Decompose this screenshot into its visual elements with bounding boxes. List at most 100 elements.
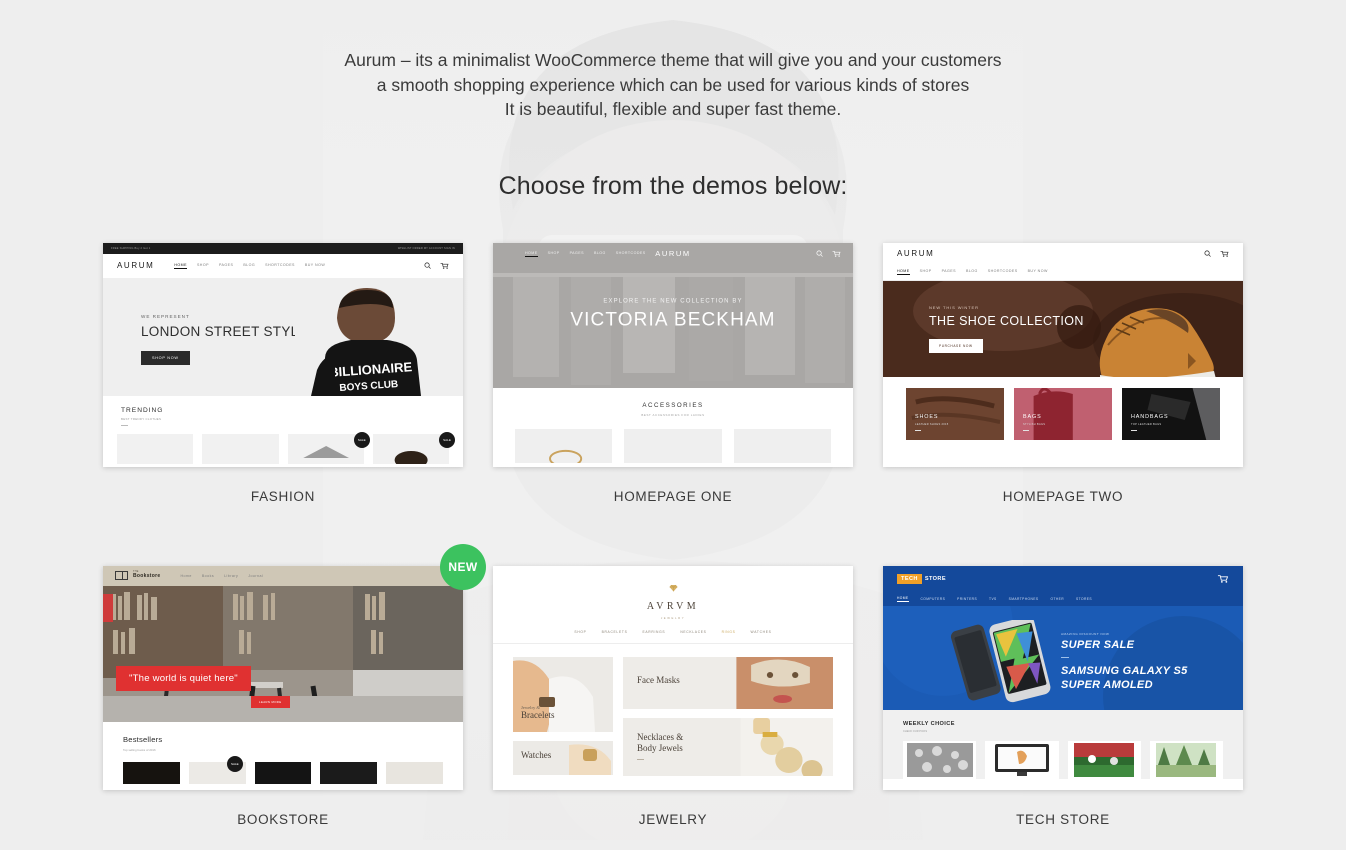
nav-item-shop[interactable]: SHOP — [920, 269, 932, 275]
bookstore-learn-more-button[interactable]: LEARN MORE — [251, 695, 290, 708]
book-tile[interactable] — [123, 761, 180, 784]
nav-item-home[interactable]: Home — [180, 574, 191, 578]
product-tile[interactable] — [985, 740, 1059, 779]
nav-item-shop[interactable]: SHOP — [574, 630, 586, 634]
nav-item-earrings[interactable]: EARRINGS — [642, 630, 665, 634]
cart-icon[interactable] — [832, 250, 841, 257]
cart-icon[interactable] — [1220, 250, 1229, 257]
nav-item-shortcodes[interactable]: SHORTCODES — [265, 263, 295, 269]
nav-item-bracelets[interactable]: BRACELETS — [602, 630, 628, 634]
demo-card-tech-store[interactable]: TECH STORE HOME COMPUTERS PRINTERS TVS S… — [883, 565, 1243, 827]
nav-item-shortcodes[interactable]: SHORTCODES — [988, 269, 1018, 275]
demo-preview-jewelry[interactable]: AVRVM JEWELRY SHOP BRACELETS EARRINGS NE… — [493, 565, 853, 790]
tech-logo-store[interactable]: STORE — [925, 576, 946, 582]
homepage-one-logo[interactable]: AURUM — [655, 249, 691, 258]
category-title: Bracelets — [521, 710, 555, 721]
product-tile[interactable] — [1149, 740, 1223, 779]
nav-item-rings[interactable]: RINGS — [722, 630, 736, 634]
category-tile-necklaces[interactable]: Necklaces & Body Jewels — [623, 717, 833, 776]
demo-preview-homepage-two[interactable]: AURUM HOME SHOP PAGES BLOG SHORTCODES BU… — [883, 242, 1243, 467]
category-tile-face-masks[interactable]: Face Masks — [623, 656, 833, 709]
nav-item-library[interactable]: Library — [224, 574, 238, 578]
cart-icon[interactable] — [440, 262, 449, 269]
homepage-two-purchase-button[interactable]: PURCHASE NOW — [929, 338, 983, 353]
demo-card-homepage-one[interactable]: HOME SHOP PAGES BLOG SHORTCODES AURUM EX… — [493, 242, 853, 504]
category-tile-handbags[interactable]: HANDBAGS TOP LEATHER BAGS — [1122, 387, 1220, 440]
nav-item-pages[interactable]: PAGES — [942, 269, 956, 275]
homepage-two-hero-title: THE SHOE COLLECTION — [929, 313, 1084, 328]
product-tile[interactable] — [903, 740, 977, 779]
nav-item-home[interactable]: HOME — [897, 596, 909, 602]
product-tile[interactable]: SALE — [372, 431, 455, 467]
nav-item-computers[interactable]: COMPUTERS — [921, 597, 946, 601]
demo-card-jewelry[interactable]: AVRVM JEWELRY SHOP BRACELETS EARRINGS NE… — [493, 565, 853, 827]
demo-preview-fashion[interactable]: FREE SHIPPING Buy 2 Get 1 WISHLIST ORDER… — [103, 242, 463, 467]
category-tile-bracelets[interactable]: Jewelry & Bracelets — [513, 656, 613, 732]
nav-item-watches[interactable]: WATCHES — [751, 630, 772, 634]
tech-store-section-title: WEEKLY CHOICE — [903, 720, 955, 727]
nav-item-blog[interactable]: BLOG — [243, 263, 255, 269]
book-tile[interactable] — [386, 761, 443, 784]
product-tile[interactable] — [624, 428, 722, 463]
demo-caption-jewelry: JEWELRY — [638, 811, 708, 827]
nav-item-home[interactable]: HOME — [525, 251, 538, 257]
nav-item-pages[interactable]: PAGES — [219, 263, 233, 269]
nav-item-home[interactable]: HOME — [897, 269, 910, 275]
demo-preview-tech-store[interactable]: TECH STORE HOME COMPUTERS PRINTERS TVS S… — [883, 565, 1243, 790]
product-tile[interactable] — [515, 428, 613, 463]
category-tile-bags[interactable]: BAGS STYLISH BAGS — [1014, 387, 1112, 440]
nav-item-buy-now[interactable]: BUY NOW — [1028, 269, 1048, 275]
category-tile-watches[interactable]: Watches — [513, 740, 613, 775]
nav-item-stores[interactable]: STORES — [1076, 597, 1092, 601]
nav-item-other[interactable]: OTHER — [1050, 597, 1064, 601]
nav-item-home[interactable]: HOME — [174, 263, 187, 269]
tech-store-hero-kicker: AMAZING DISCOUNT NOW — [1061, 631, 1110, 636]
tech-store-hero: AMAZING DISCOUNT NOW SUPER SALE SAMSUNG … — [883, 605, 1243, 710]
nav-item-shortcodes[interactable]: SHORTCODES — [616, 251, 646, 257]
book-tile[interactable] — [254, 761, 312, 784]
tech-store-hero-sale: SUPER SALE — [1061, 638, 1135, 651]
nav-item-journal[interactable]: Journal — [248, 574, 263, 578]
nav-item-shop[interactable]: SHOP — [548, 251, 560, 257]
product-tile[interactable] — [1067, 740, 1141, 779]
sale-badge: SALE — [226, 755, 243, 772]
category-tile-text: Face Masks — [637, 675, 680, 686]
category-tile-shoes[interactable]: SHOES LEATHER SHOES 2015 — [906, 387, 1004, 440]
fashion-topbar-left: FREE SHIPPING Buy 2 Get 1 — [111, 246, 151, 250]
demo-preview-homepage-one[interactable]: HOME SHOP PAGES BLOG SHORTCODES AURUM EX… — [493, 242, 853, 467]
nav-item-pages[interactable]: PAGES — [570, 251, 584, 257]
nav-item-blog[interactable]: BLOG — [594, 251, 606, 257]
jewelry-logo[interactable]: AVRVM — [493, 601, 853, 612]
nav-item-buy-now[interactable]: BUY NOW — [305, 263, 325, 269]
demo-card-fashion[interactable]: FREE SHIPPING Buy 2 Get 1 WISHLIST ORDER… — [103, 242, 463, 504]
book-tile[interactable]: SALE — [188, 755, 246, 784]
demo-preview-bookstore[interactable]: THE Bookstore Home Books Library Journal — [103, 565, 463, 790]
tech-logo-badge[interactable]: TECH — [897, 573, 922, 584]
fashion-logo[interactable]: AURUM — [117, 261, 154, 270]
search-icon[interactable] — [424, 262, 431, 269]
product-tile[interactable] — [117, 433, 194, 464]
search-icon[interactable] — [1204, 250, 1211, 257]
nav-item-books[interactable]: Books — [202, 574, 214, 578]
book-tile[interactable] — [320, 761, 378, 784]
nav-item-necklaces[interactable]: NECKLACES — [680, 630, 706, 634]
fashion-hero-text: WE REPRESENT LONDON STREET STYLE SHOP NO… — [141, 314, 308, 365]
cart-icon[interactable] — [1217, 574, 1229, 583]
product-tile[interactable] — [733, 428, 831, 463]
demo-card-homepage-two[interactable]: AURUM HOME SHOP PAGES BLOG SHORTCODES BU… — [883, 242, 1243, 504]
demo-card-bookstore[interactable]: NEW THE Bookstore Home Books Library Jou… — [103, 543, 486, 827]
nav-item-shop[interactable]: SHOP — [197, 263, 209, 269]
tv-thumbnail — [906, 742, 973, 777]
product-tile[interactable] — [202, 433, 279, 464]
nav-item-smartphones[interactable]: SMARTPHONES — [1009, 597, 1039, 601]
fashion-shop-now-button[interactable]: SHOP NOW — [141, 350, 190, 365]
category-title: BAGS — [1023, 413, 1042, 420]
homepage-two-logo[interactable]: AURUM — [897, 249, 934, 258]
nav-item-tvs[interactable]: TVS — [989, 597, 997, 601]
product-tile[interactable]: SALE — [287, 431, 370, 464]
nav-item-printers[interactable]: PRINTERS — [957, 597, 977, 601]
intro-block: Aurum – its a minimalist WooCommerce the… — [0, 0, 1346, 201]
nav-item-blog[interactable]: BLOG — [966, 269, 978, 275]
bookstore-logo[interactable]: THE Bookstore — [133, 571, 160, 579]
search-icon[interactable] — [816, 250, 823, 257]
